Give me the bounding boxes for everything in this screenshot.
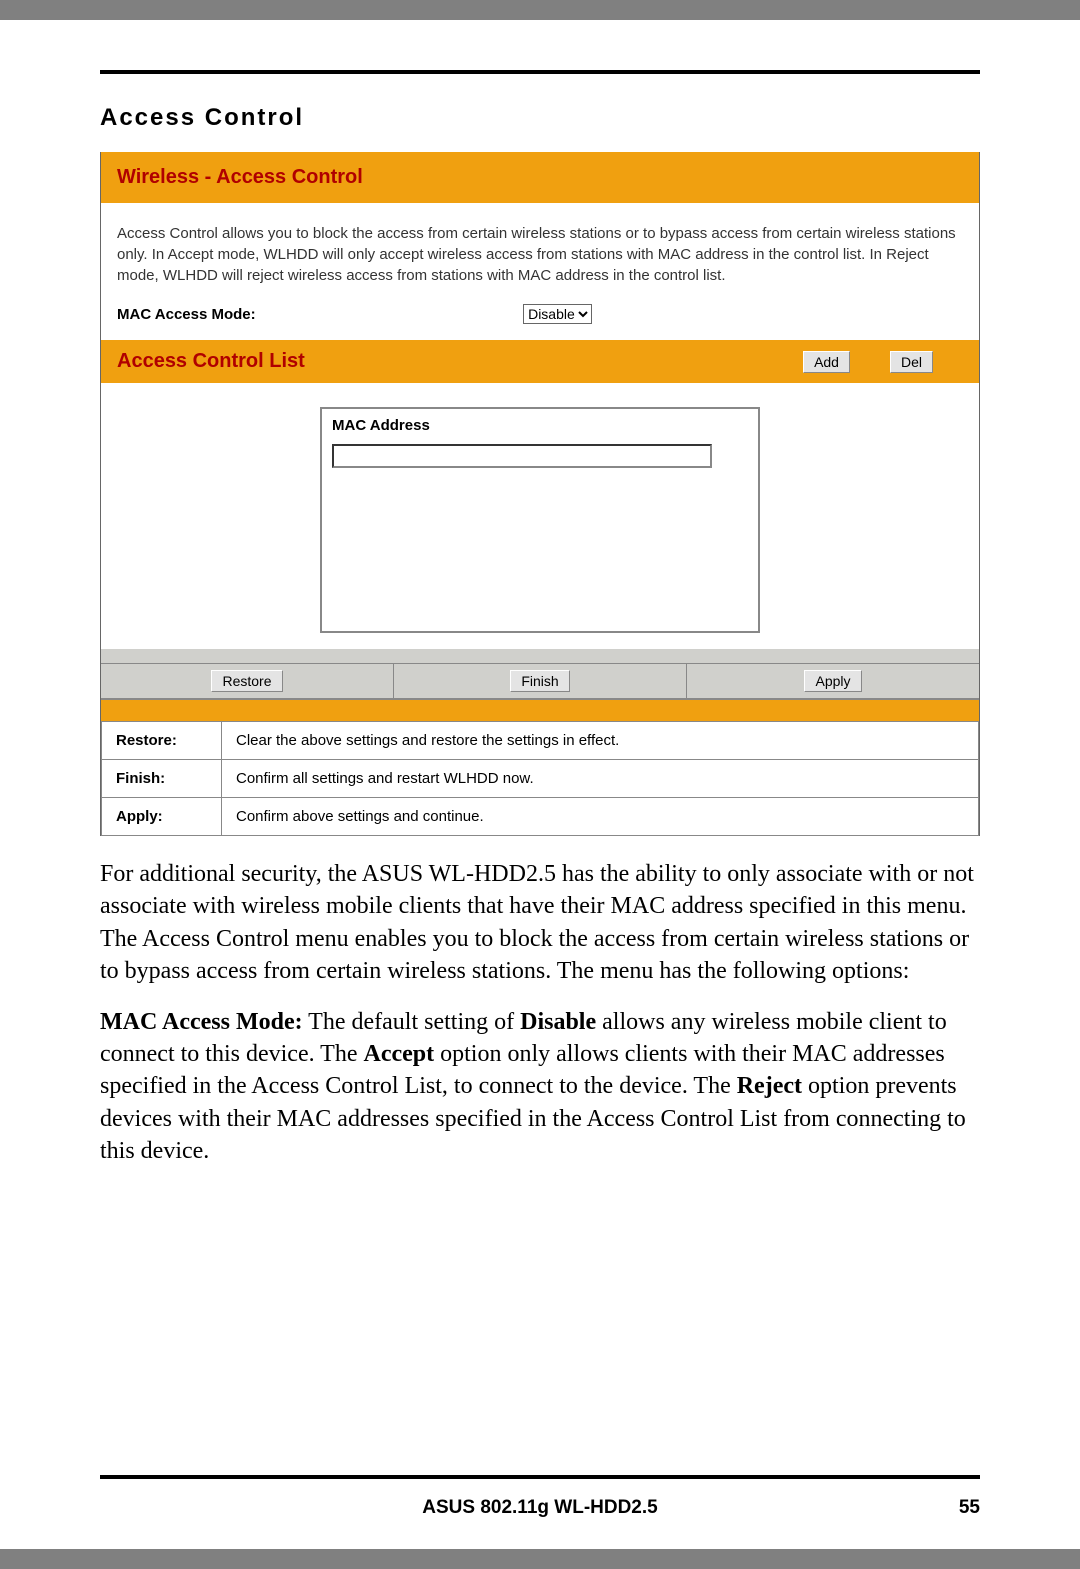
mac-table-spacer — [321, 472, 759, 632]
table-row: Finish: Confirm all settings and restart… — [102, 760, 979, 798]
restore-def-desc: Clear the above settings and restore the… — [222, 722, 979, 760]
body-paragraph-2: MAC Access Mode: The default setting of … — [100, 1006, 980, 1168]
apply-def-label: Apply: — [102, 798, 222, 836]
orange-bar — [101, 699, 979, 721]
document-page: Access Control Wireless - Access Control… — [0, 20, 1080, 1549]
panel-description: Access Control allows you to block the a… — [101, 203, 979, 296]
apply-def-desc: Confirm above settings and continue. — [222, 798, 979, 836]
definitions-table: Restore: Clear the above settings and re… — [101, 721, 979, 836]
del-button[interactable]: Del — [890, 351, 933, 373]
restore-def-label: Restore: — [102, 722, 222, 760]
section-heading: Access Control — [100, 104, 980, 132]
panel-header: Wireless - Access Control — [101, 152, 979, 203]
bold-reject: Reject — [737, 1073, 802, 1099]
mac-col-header: MAC Address — [321, 408, 759, 442]
restore-cell: Restore — [101, 664, 393, 698]
page-footer: ASUS 802.11g WL-HDD2.5 55 — [100, 1497, 980, 1519]
mac-address-input[interactable] — [332, 444, 712, 468]
product-name: ASUS 802.11g WL-HDD2.5 — [422, 1497, 657, 1518]
acl-button-group: Add Del — [803, 351, 933, 373]
mac-access-mode-label: MAC Access Mode: — [117, 306, 523, 323]
finish-cell: Finish — [393, 664, 686, 698]
page-number: 55 — [959, 1497, 980, 1519]
top-rule — [100, 70, 980, 74]
finish-def-label: Finish: — [102, 760, 222, 798]
table-row: Restore: Clear the above settings and re… — [102, 722, 979, 760]
apply-cell: Apply — [686, 664, 979, 698]
add-button[interactable]: Add — [803, 351, 850, 373]
bold-accept: Accept — [363, 1041, 434, 1067]
panel-title: Wireless - Access Control — [117, 166, 363, 188]
p2-txt1: The default setting of — [303, 1009, 521, 1035]
bold-disable: Disable — [520, 1009, 596, 1035]
settings-panel: Wireless - Access Control Access Control… — [100, 152, 980, 836]
finish-button[interactable]: Finish — [510, 670, 569, 692]
apply-button[interactable]: Apply — [804, 670, 861, 692]
mac-address-table: MAC Address — [320, 407, 760, 633]
table-row: Apply: Confirm above settings and contin… — [102, 798, 979, 836]
acl-header: Access Control List Add Del — [101, 340, 979, 383]
body-paragraph-1: For additional security, the ASUS WL-HDD… — [100, 858, 980, 988]
mac-input-cell — [321, 442, 759, 472]
mac-table-wrap: MAC Address — [101, 383, 979, 649]
mode-row: MAC Access Mode: Disable — [101, 296, 979, 340]
action-row: Restore Finish Apply — [101, 663, 979, 699]
gray-bar — [101, 649, 979, 663]
footer-rule — [100, 1475, 980, 1479]
acl-title: Access Control List — [117, 350, 803, 373]
restore-button[interactable]: Restore — [211, 670, 282, 692]
mac-access-mode-select[interactable]: Disable — [523, 304, 592, 324]
bold-mac-access-mode: MAC Access Mode: — [100, 1009, 303, 1035]
finish-def-desc: Confirm all settings and restart WLHDD n… — [222, 760, 979, 798]
